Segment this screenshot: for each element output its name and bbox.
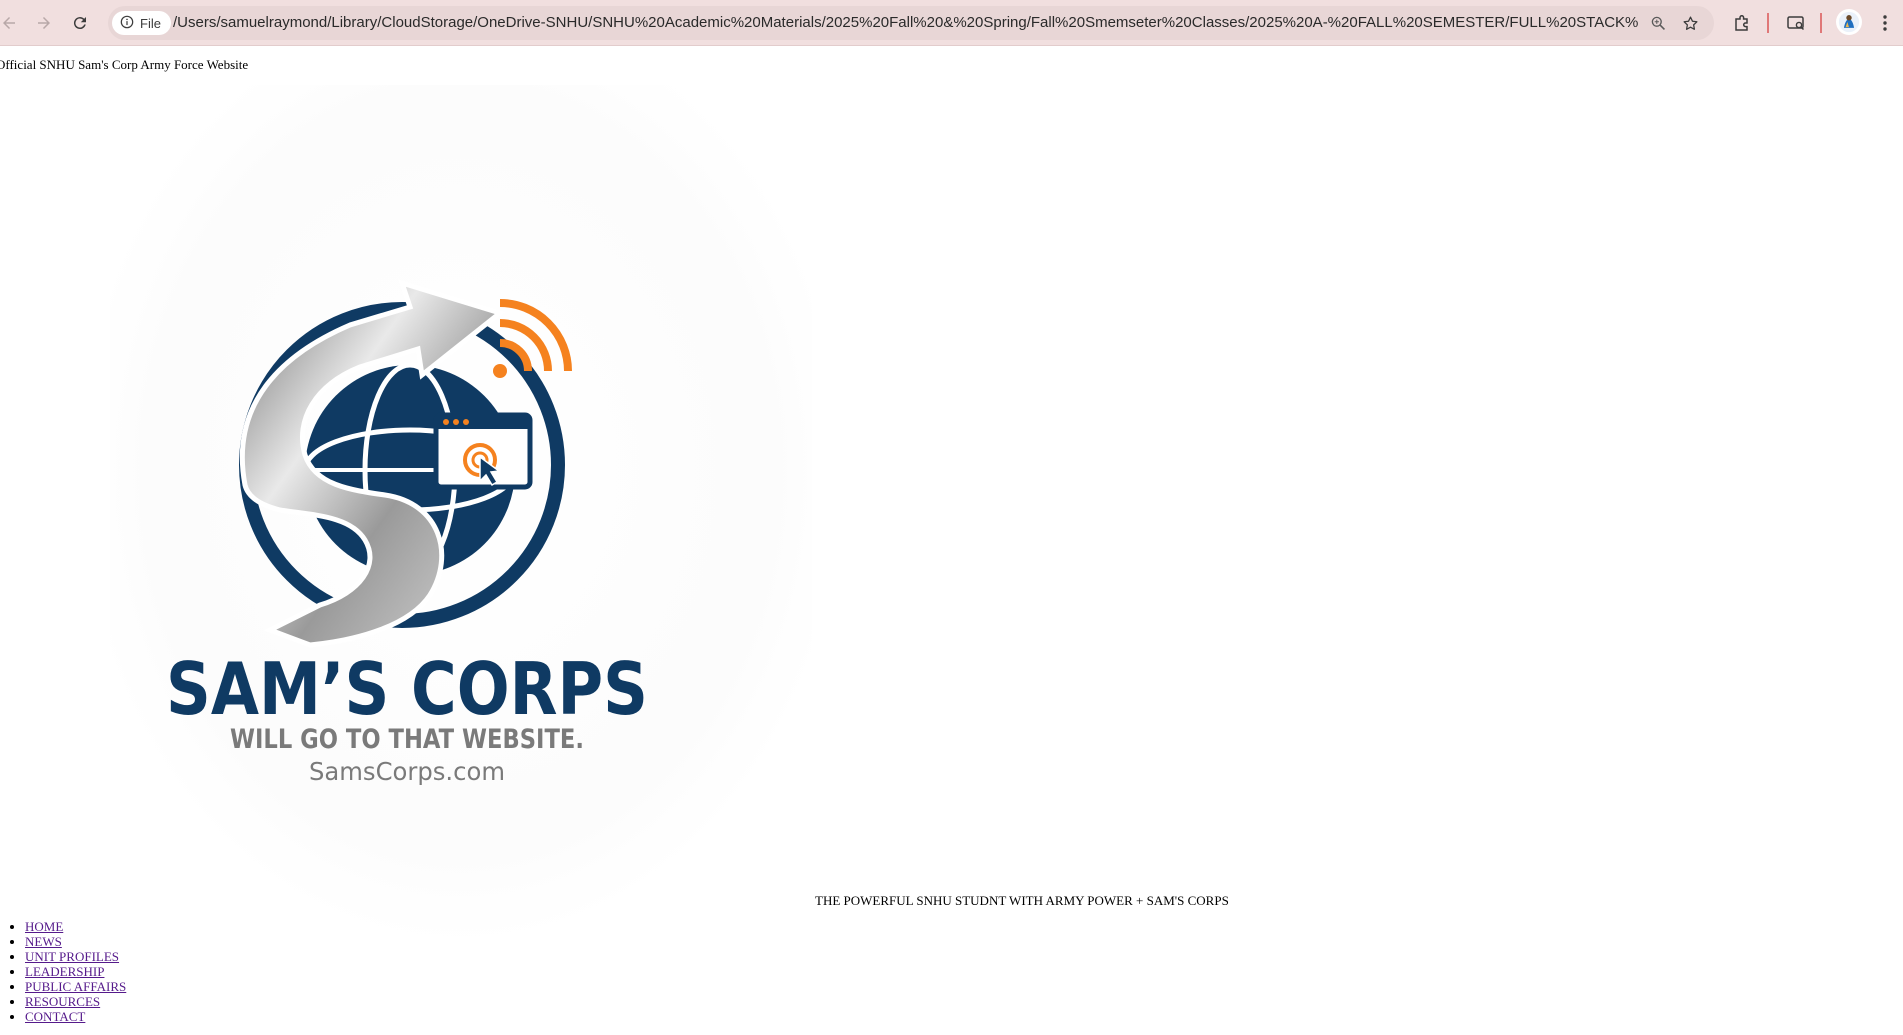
logo-domain: SamsCorps.com [309,757,505,786]
star-icon[interactable] [1680,13,1700,33]
toolbar-divider [1767,13,1769,33]
nav-item-resources: RESOURCES [25,994,126,1009]
nav-item-home: HOME [25,919,126,934]
nav-link-public-affairs[interactable]: PUBLIC AFFAIRS [25,979,126,994]
forward-arrow-icon[interactable] [30,9,58,37]
nav-link-news[interactable]: NEWS [25,934,62,949]
address-bar[interactable]: File /Users/samuelraymond/Library/CloudS… [108,6,1714,40]
nav-link-home[interactable]: HOME [25,919,63,934]
main-nav: HOME NEWS UNIT PROFILES LEADERSHIP PUBLI… [0,919,126,1024]
zoom-icon[interactable] [1648,13,1668,33]
sams-corps-logo: SAM’S CORPS WILL GO TO THAT WEBSITE. Sam… [110,85,812,945]
info-icon [120,15,134,32]
extensions-icon[interactable] [1730,11,1754,35]
site-info-chip[interactable]: File [112,11,171,35]
toolbar-divider [1820,13,1822,33]
nav-item-contact: CONTACT [25,1009,126,1024]
site-heading: Official SNHU Sam's Corp Army Force Webs… [0,57,249,72]
nav-item-news: NEWS [25,934,126,949]
logo-subtitle: WILL GO TO THAT WEBSITE. [230,724,584,755]
file-chip-label: File [140,15,161,31]
nav-link-resources[interactable]: RESOURCES [25,994,100,1009]
nav-item-leadership: LEADERSHIP [25,964,126,979]
tagline: THE POWERFUL SNHU STUDNT WITH ARMY POWER… [815,893,1229,908]
nav-link-leadership[interactable]: LEADERSHIP [25,964,104,979]
nav-link-unit-profiles[interactable]: UNIT PROFILES [25,949,119,964]
more-menu-icon[interactable] [1873,11,1897,35]
profile-avatar[interactable] [1836,9,1862,35]
nav-item-public-affairs: PUBLIC AFFAIRS [25,979,126,994]
web-page: Official SNHU Sam's Corp Army Force Webs… [0,47,1903,1035]
nav-link-contact[interactable]: CONTACT [25,1009,85,1024]
back-arrow-icon[interactable] [0,9,23,37]
reload-icon[interactable] [66,9,94,37]
nav-item-unit-profiles: UNIT PROFILES [25,949,126,964]
url-text[interactable]: /Users/samuelraymond/Library/CloudStorag… [173,15,1638,31]
tab-search-icon[interactable] [1784,11,1808,35]
browser-toolbar: File /Users/samuelraymond/Library/CloudS… [0,0,1903,46]
logo-title: SAM’S CORPS [166,647,648,731]
